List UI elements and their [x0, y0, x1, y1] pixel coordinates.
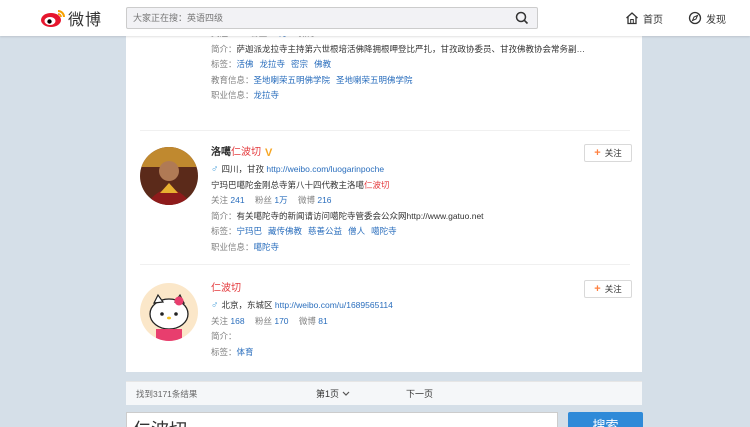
avatar-image [140, 283, 198, 341]
weibo-count[interactable]: 81 [318, 316, 327, 326]
user-bio: 简介：有关噶陀寺的新闻请访问噶陀寺管委会公众网http://www.gatuo.… [211, 210, 484, 221]
user-stats: 关注 168 粉丝 170 微博 81 [211, 315, 328, 326]
nav-home-label: 首页 [643, 14, 663, 26]
tag-link[interactable]: 密宗 [291, 59, 308, 69]
user-avatar[interactable] [140, 147, 198, 205]
bottom-search-button[interactable]: 搜索 [568, 412, 643, 427]
male-icon: ♂ [211, 300, 219, 311]
tag-link[interactable]: 宁玛巴 [237, 226, 263, 236]
top-search-box [126, 7, 538, 29]
home-icon [626, 12, 638, 25]
follow-button[interactable]: + 关注 [584, 144, 632, 162]
tag-link[interactable]: 噶陀寺 [371, 226, 397, 236]
user-job: 职业信息：龙拉寺 [211, 90, 280, 100]
user-location: ♂ 四川，甘孜 http://weibo.com/luogarinpoche [211, 164, 385, 175]
weibo-logo-icon [41, 10, 65, 27]
page-select[interactable]: 第1页 [316, 387, 350, 400]
fans-count[interactable]: 1万 [274, 195, 287, 205]
user-job: 职业信息：噶陀寺 [211, 241, 280, 252]
discover-icon [688, 11, 702, 25]
plus-icon: + [594, 283, 601, 295]
user-name[interactable]: 洛噶 仁波切 V [211, 144, 631, 162]
chevron-down-icon [342, 391, 349, 396]
tag-link[interactable]: 活佛 [237, 59, 254, 69]
plus-icon: + [594, 147, 601, 159]
nav-discover-label: 发现 [706, 14, 726, 26]
user-tags: 标签：宁玛巴 藏传佛教 慈善公益 僧人 噶陀寺 [211, 226, 397, 236]
user-bio: 简介： [211, 331, 237, 341]
follow-button[interactable]: + 关注 [584, 280, 632, 298]
weibo-logo[interactable]: 微博 [40, 7, 102, 29]
bottom-search-input[interactable]: 仁波切 [126, 412, 558, 427]
job-link[interactable]: 龙拉寺 [254, 90, 280, 100]
education-link[interactable]: 圣地喇荣五明佛学院 [336, 75, 413, 85]
tag-link[interactable]: 僧人 [348, 226, 365, 236]
nav-home[interactable]: 首页 [625, 9, 663, 27]
male-icon: ♂ [211, 164, 219, 175]
user-results-card: …………………………………………………… 关注 94 粉丝 16万 微博 170… [126, 0, 642, 372]
nav-discover[interactable]: 发现 [688, 9, 726, 27]
tag-link[interactable]: 体育 [237, 347, 254, 357]
next-page-link[interactable]: 下一页 [406, 387, 433, 400]
tag-link[interactable]: 龙拉寺 [260, 59, 286, 69]
user-bio: 简介：萨迦派龙拉寺主持第六世根培活佛降拥根呷登比严扎，甘孜政协委员、甘孜佛教协会… [211, 43, 586, 54]
top-nav-bar: 微博 首页 发现 [0, 0, 750, 36]
user-avatar[interactable] [140, 283, 198, 341]
user-tags: 标签：活佛 龙拉寺 密宗 佛教 [211, 59, 332, 69]
follow-count[interactable]: 241 [230, 195, 244, 205]
pagination-bar: 找到3171条结果 第1页 下一页 [126, 381, 642, 405]
user-tags: 标签：体育 [211, 346, 254, 357]
job-link[interactable]: 噶陀寺 [254, 242, 280, 252]
fans-count[interactable]: 170 [274, 316, 288, 326]
top-search-input[interactable] [127, 8, 507, 28]
search-icon[interactable] [515, 11, 529, 25]
weibo-count[interactable]: 216 [317, 195, 331, 205]
user-homepage-link[interactable]: http://weibo.com/u/1689565114 [275, 300, 393, 310]
divider [140, 130, 630, 131]
logo-text: 微博 [68, 10, 103, 29]
divider [140, 264, 630, 265]
user-stats: 关注 241 粉丝 1万 微博 216 [211, 195, 332, 205]
user-name[interactable]: 仁波切 [211, 280, 631, 298]
tag-link[interactable]: 藏传佛教 [268, 226, 302, 236]
education-link[interactable]: 圣地喇荣五明佛学院 [254, 75, 331, 85]
user-homepage-link[interactable]: http://weibo.com/luogarinpoche [266, 164, 384, 174]
result-count: 找到3171条结果 [136, 389, 198, 399]
user-location: ♂ 北京，东城区 http://weibo.com/u/1689565114 [211, 300, 393, 311]
verified-badge-icon: V [265, 147, 273, 159]
tag-link[interactable]: 佛教 [314, 59, 331, 69]
avatar-image [140, 147, 198, 205]
follow-count[interactable]: 168 [230, 316, 244, 326]
tag-link[interactable]: 慈善公益 [308, 226, 342, 236]
user-education: 教育信息：圣地喇荣五明佛学院 圣地喇荣五明佛学院 [211, 74, 413, 85]
user-description: 宁玛巴噶陀金刚总寺第八十四代教主洛噶仁波切 [211, 179, 390, 190]
